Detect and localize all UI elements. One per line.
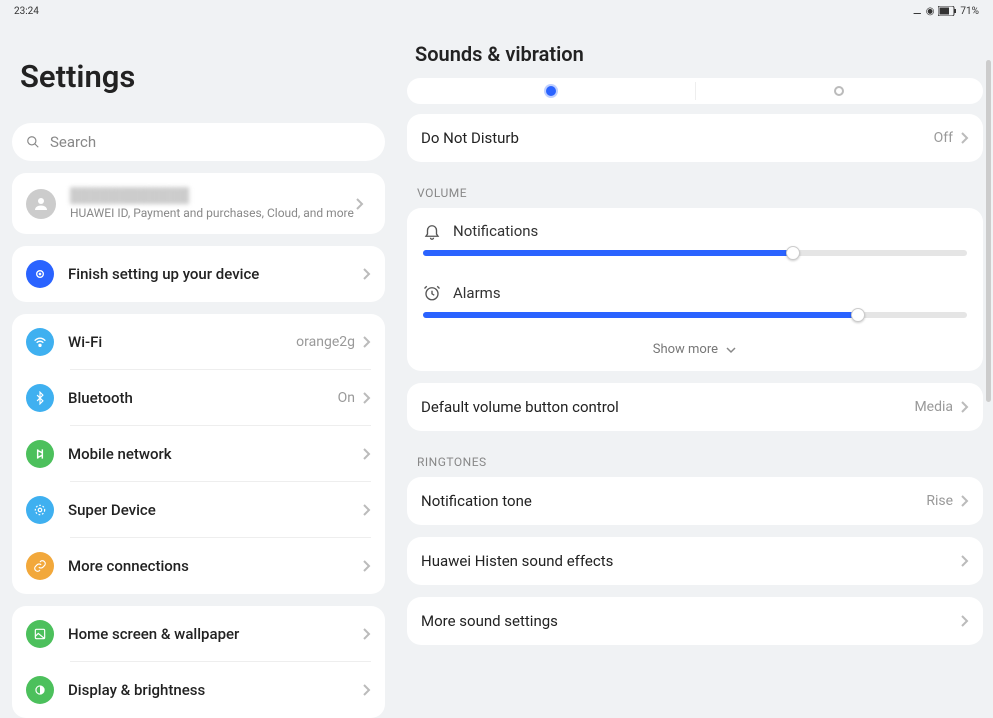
pager[interactable] xyxy=(407,78,983,104)
mobile-network-icon xyxy=(26,440,54,468)
wifi-status-icon: ◉ xyxy=(926,6,935,17)
page-title: Settings xyxy=(12,20,385,123)
chevron-right-icon xyxy=(354,197,364,211)
sidebar-item-display[interactable]: Display & brightness xyxy=(12,662,385,718)
chevron-right-icon xyxy=(361,391,371,405)
bluetooth-icon xyxy=(26,384,54,412)
wifi-icon xyxy=(26,328,54,356)
histen-row[interactable]: Huawei Histen sound effects xyxy=(407,537,983,585)
row-label: Do Not Disturb xyxy=(421,129,934,147)
notifications-slider[interactable] xyxy=(423,250,967,256)
search-placeholder: Search xyxy=(50,133,96,151)
account-row[interactable]: ████████████ HUAWEI ID, Payment and purc… xyxy=(12,173,385,234)
battery-percent: 71% xyxy=(960,6,979,17)
account-subtitle: HUAWEI ID, Payment and purchases, Cloud,… xyxy=(70,206,354,220)
row-label: Notification tone xyxy=(421,492,926,510)
scroll-thumb[interactable] xyxy=(986,60,991,402)
bluetooth-status-icon: ⚊ xyxy=(913,6,922,17)
pager-dot-inactive[interactable] xyxy=(834,86,844,96)
sidebar-item-super-device[interactable]: Super Device xyxy=(12,482,385,538)
search-icon xyxy=(26,135,40,149)
row-label: Huawei Histen sound effects xyxy=(421,552,959,570)
chevron-right-icon xyxy=(959,554,969,568)
show-more-button[interactable]: Show more xyxy=(407,332,983,371)
sidebar-item-more-connections[interactable]: More connections xyxy=(12,538,385,594)
sidebar-item-value: orange2g xyxy=(296,334,355,350)
account-name: ████████████ xyxy=(70,187,354,204)
status-time: 23:24 xyxy=(14,6,39,17)
slider-label: Alarms xyxy=(453,284,501,302)
chevron-right-icon xyxy=(361,559,371,573)
status-right: ⚊ ◉ 71% xyxy=(913,6,979,17)
sidebar-item-label: Wi-Fi xyxy=(68,333,296,351)
chevron-right-icon xyxy=(959,494,969,508)
notification-tone-row[interactable]: Notification tone Rise xyxy=(407,477,983,525)
search-input[interactable]: Search xyxy=(12,123,385,161)
pager-dot-active[interactable] xyxy=(546,86,556,96)
chevron-right-icon xyxy=(361,447,371,461)
sidebar-item-finish-setup[interactable]: Finish setting up your device xyxy=(12,246,385,302)
default-volume-button-row[interactable]: Default volume button control Media xyxy=(407,383,983,431)
chevron-right-icon xyxy=(959,614,969,628)
sidebar-item-bluetooth[interactable]: Bluetooth On xyxy=(12,370,385,426)
content-panel: Sounds & vibration Do Not Disturb Off VO… xyxy=(397,20,993,650)
chevron-right-icon xyxy=(361,503,371,517)
content-title: Sounds & vibration xyxy=(407,20,983,78)
section-volume-label: VOLUME xyxy=(407,174,983,208)
sidebar-item-label: Bluetooth xyxy=(68,389,338,407)
link-icon xyxy=(26,552,54,580)
sidebar-item-home-screen[interactable]: Home screen & wallpaper xyxy=(12,606,385,662)
row-label: More sound settings xyxy=(421,612,959,630)
do-not-disturb-row[interactable]: Do Not Disturb Off xyxy=(407,114,983,162)
notifications-volume-row: Notifications xyxy=(407,208,983,256)
scrollbar[interactable] xyxy=(986,60,991,630)
alarm-icon xyxy=(423,284,441,302)
row-value: Rise xyxy=(926,493,953,509)
status-bar: 23:24 ⚊ ◉ 71% xyxy=(0,0,993,20)
battery-icon xyxy=(938,6,956,16)
sidebar: Settings Search ████████████ HUAWEI ID, … xyxy=(0,20,397,650)
row-value: Media xyxy=(914,399,953,415)
slider-label: Notifications xyxy=(453,222,538,240)
sidebar-item-wifi[interactable]: Wi-Fi orange2g xyxy=(12,314,385,370)
gallery-icon xyxy=(26,620,54,648)
chevron-right-icon xyxy=(959,131,969,145)
sidebar-item-mobile-network[interactable]: Mobile network xyxy=(12,426,385,482)
sidebar-item-label: Home screen & wallpaper xyxy=(68,625,361,643)
sidebar-item-label: Mobile network xyxy=(68,445,361,463)
chevron-right-icon xyxy=(361,683,371,697)
row-value: Off xyxy=(934,130,953,146)
display-icon xyxy=(26,676,54,704)
sidebar-item-label: Display & brightness xyxy=(68,681,361,699)
bell-icon xyxy=(423,222,441,240)
more-sound-settings-row[interactable]: More sound settings xyxy=(407,597,983,645)
sidebar-item-label: Finish setting up your device xyxy=(68,265,361,283)
chevron-right-icon xyxy=(959,400,969,414)
chevron-right-icon xyxy=(361,267,371,281)
alarms-slider[interactable] xyxy=(423,312,967,318)
avatar-icon xyxy=(26,189,56,219)
sidebar-item-label: Super Device xyxy=(68,501,361,519)
chevron-right-icon xyxy=(361,335,371,349)
sidebar-item-value: On xyxy=(338,390,355,406)
section-ringtones-label: RINGTONES xyxy=(407,443,983,477)
chevron-down-icon xyxy=(725,345,737,355)
sidebar-item-label: More connections xyxy=(68,557,361,575)
chevron-right-icon xyxy=(361,627,371,641)
row-label: Default volume button control xyxy=(421,398,914,416)
super-device-icon xyxy=(26,496,54,524)
alarms-volume-row: Alarms xyxy=(407,270,983,318)
gear-alert-icon xyxy=(26,260,54,288)
